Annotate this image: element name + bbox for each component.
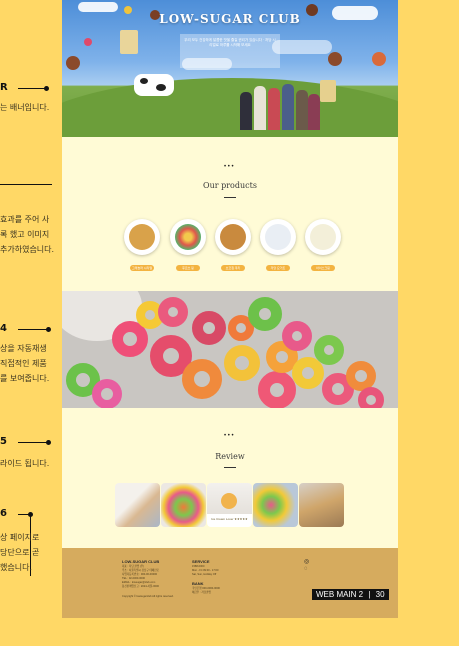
annotation-number: 4 [0, 323, 7, 334]
hero-banner: LOW-SUGAR CLUB 우리 모두 건강하게 달콤한 맛을 즐길 권리가 … [62, 0, 398, 137]
annotation-text: 록 했고 이미지 [0, 230, 50, 239]
annotation-leader-line [18, 329, 48, 330]
page-label-bar: WEB MAIN 2 | 30 [312, 589, 389, 600]
products-heading: Our products [203, 181, 257, 190]
cookie-decoration [66, 56, 80, 70]
cereal-loop [92, 379, 122, 408]
annotation-leader-line [0, 184, 52, 185]
cereal-box-decoration [120, 30, 138, 54]
annotation-dot [28, 512, 33, 517]
cereal-loop [314, 335, 344, 365]
hero-title: LOW-SUGAR CLUB [159, 12, 301, 26]
annotation-text: 직접적인 제품 [0, 359, 47, 368]
cereal-loop [192, 311, 226, 345]
annotation-leader-line [18, 442, 48, 443]
product-yogurt[interactable] [260, 219, 296, 255]
section-ornament: • • • [224, 164, 234, 170]
footer-service-info: 1588-0000 Mon - Fri 09:00 - 17:00 Sat, S… [192, 565, 219, 576]
annotation-text: 라이드 됩니다. [0, 459, 50, 468]
annotation-number: 5 [0, 436, 7, 447]
website-mockup: LOW-SUGAR CLUB 우리 모두 건강하게 달콤한 맛을 즐길 권리가 … [62, 0, 398, 618]
cookie-decoration [328, 52, 342, 66]
people-group-image [240, 82, 320, 130]
cereal-loop [182, 359, 222, 399]
site-footer: LOW-SUGAR CLUB 대표 : 저당 클럽 (주) 주소 : 서울특별시… [62, 548, 398, 618]
cereal-loop [358, 387, 384, 408]
cereal-box-decoration [320, 80, 336, 102]
footer-copyright: Copyright © lowsugarclub All rights rese… [122, 595, 174, 598]
review-heading: Review [215, 452, 245, 461]
cow-image [134, 74, 174, 96]
hero-tagline: 우리 모두 건강하게 달콤한 맛을 즐길 권리가 있습니다 · 저당 시리얼로 … [180, 34, 280, 68]
annotation-text: 했습니다. [0, 563, 32, 572]
footer-brand: LOW-SUGAR CLUB [122, 559, 160, 564]
review-card-photo [221, 493, 237, 509]
cereal-loop [224, 345, 260, 381]
footer-bank-info: 국민은행 000-0000-0000 예금주 : 저당클럽 [192, 587, 220, 594]
product-icecream[interactable] [305, 219, 341, 255]
footer-bank-title: BANK [192, 581, 204, 586]
review-card[interactable] [253, 483, 298, 527]
annotation-text: 상을 자동재생 [0, 344, 47, 353]
annotation-text: 효과를 주어 사 [0, 215, 50, 224]
review-card-caption: Ice Cream Lover ★★★★★ [211, 517, 248, 521]
cereal-loop [258, 371, 296, 408]
cloud-decoration [272, 40, 332, 54]
annotation-text: 를 보여줍니다. [0, 374, 50, 383]
cereal-loop [248, 297, 282, 331]
product-label-button[interactable]: 아이스크림 [311, 265, 335, 271]
kakaotalk-icon[interactable]: ◌ [304, 566, 308, 572]
annotation-text: 추가하였습니다. [0, 245, 55, 254]
cloud-decoration [78, 2, 118, 12]
product-fruit-rings[interactable] [170, 219, 206, 255]
cereal-video[interactable] [62, 291, 398, 408]
annotation-number: R [0, 82, 8, 93]
instagram-icon[interactable]: ◎ [304, 558, 309, 565]
product-cookie[interactable] [215, 219, 251, 255]
page-label: WEB MAIN 2 [316, 590, 364, 599]
annotation-text: 는 배너입니다. [0, 103, 50, 112]
footer-service-title: SERVICE [192, 559, 210, 564]
annotation-dot [46, 440, 51, 445]
footer-company-info: 대표 : 저당 클럽 (주) 주소 : 서울특별시 강남구 테헤란로 사업자등록… [122, 565, 160, 588]
product-label-button[interactable]: 후르츠 링 [176, 265, 200, 271]
review-card[interactable] [115, 483, 160, 527]
review-card[interactable] [299, 483, 344, 527]
heading-underline [224, 197, 236, 198]
product-label-button[interactable]: 그래놀라 시리얼 [130, 265, 154, 271]
product-label-button[interactable]: 저당 요거트 [266, 265, 290, 271]
annotation-text: 당단으로 곧 [0, 548, 40, 557]
cereal-decoration [372, 52, 386, 66]
annotation-number: 6 [0, 508, 7, 519]
review-card[interactable]: Ice Cream Lover ★★★★★ [207, 483, 252, 527]
section-ornament: • • • [224, 433, 234, 439]
review-card[interactable] [161, 483, 206, 527]
cereal-loop [282, 321, 312, 351]
cereal-decoration [84, 38, 92, 46]
heading-underline [224, 467, 236, 468]
page-separator: | [368, 590, 371, 599]
green-hill [62, 78, 398, 137]
product-label-button[interactable]: 초코칩 쿠키 [221, 265, 245, 271]
cereal-loop [158, 297, 188, 327]
annotation-dot [44, 86, 49, 91]
product-granola[interactable] [124, 219, 160, 255]
annotation-text: 상 페이지로 [0, 533, 40, 542]
page-number: 30 [375, 590, 385, 599]
annotation-leader-line [18, 88, 46, 89]
annotation-dot [46, 327, 51, 332]
